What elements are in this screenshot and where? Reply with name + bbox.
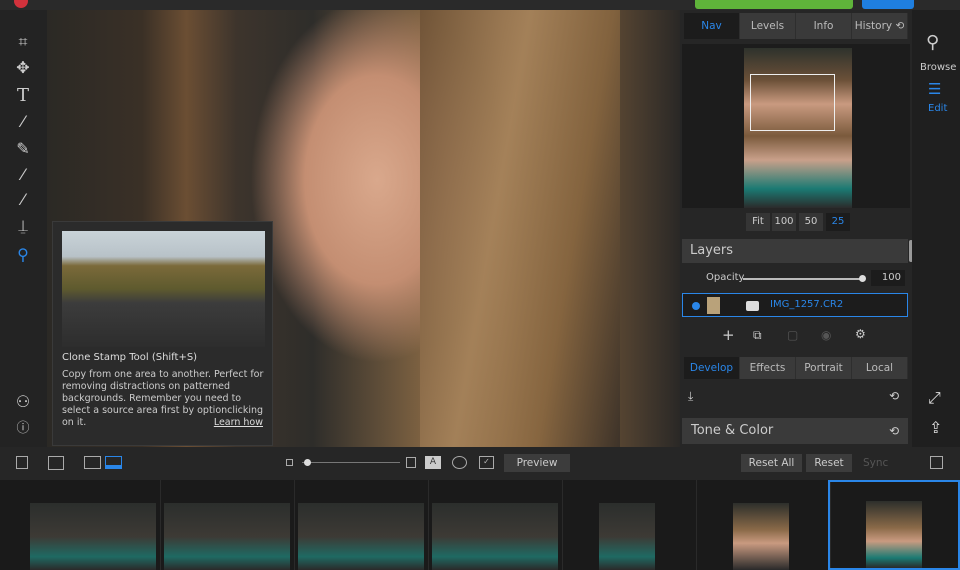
- thumbnail-size-handle[interactable]: [304, 459, 311, 466]
- help-icon[interactable]: ⓘ: [12, 419, 34, 439]
- filmstrip-item[interactable]: [27, 480, 161, 570]
- browse-label[interactable]: Browse: [920, 62, 956, 73]
- tone-color-header[interactable]: Tone & Color: [682, 418, 908, 444]
- zoom-50-button[interactable]: 50: [799, 213, 823, 231]
- toggle-left-panel-icon[interactable]: [16, 456, 28, 469]
- filmstrip-view-icon[interactable]: [105, 456, 122, 469]
- user-icon[interactable]: ⚇: [12, 392, 34, 412]
- text-tool-icon[interactable]: T: [12, 86, 34, 106]
- layers-header[interactable]: Layers: [682, 239, 908, 263]
- zoom-fit-button[interactable]: Fit: [746, 213, 770, 231]
- tab-develop[interactable]: Develop: [684, 357, 740, 379]
- filmstrip-item[interactable]: [563, 480, 697, 570]
- app-logo: [14, 0, 28, 8]
- layer-row[interactable]: IMG_1257.CR2: [682, 293, 908, 317]
- zoom-100-button[interactable]: 100: [772, 213, 796, 231]
- edit-label[interactable]: Edit: [928, 103, 947, 114]
- photo-hair-region: [420, 10, 620, 447]
- tab-info[interactable]: Info: [796, 13, 852, 39]
- tab-levels[interactable]: Levels: [740, 13, 796, 39]
- filmstrip-item[interactable]: [429, 480, 563, 570]
- tool-bar: ⌗ ✥ T ⁄ ✎ ⁄ ⁄ ⍊ ⚲ ⚇ ⓘ: [0, 10, 47, 447]
- tab-history[interactable]: History ⟲: [852, 13, 908, 39]
- thumbnail-size-slider[interactable]: [302, 462, 400, 463]
- reset-button[interactable]: Reset: [806, 454, 852, 472]
- tab-local[interactable]: Local: [852, 357, 908, 379]
- toggle-right-panel-icon[interactable]: [930, 456, 943, 469]
- top-bar: [0, 0, 960, 10]
- navigator-viewport[interactable]: [750, 74, 835, 131]
- move-icon[interactable]: ✥: [12, 58, 34, 78]
- filmstrip-item[interactable]: [161, 480, 295, 570]
- thumb-small-icon: [286, 459, 293, 466]
- reset-all-button[interactable]: Reset All: [741, 454, 802, 472]
- perfect-brush-icon[interactable]: ⁄: [12, 112, 34, 132]
- nav-tabs: Nav Levels Info History ⟲: [684, 13, 908, 39]
- crop-icon[interactable]: ⌗: [12, 32, 34, 52]
- right-panel: Nav Levels Info History ⟲ Fit 100 50 25 …: [680, 10, 913, 447]
- opacity-value[interactable]: 100: [871, 270, 905, 286]
- reset-develop-icon[interactable]: ⟲: [889, 389, 899, 403]
- tooltip-preview-image: [62, 231, 265, 347]
- brush-icon[interactable]: ✎: [12, 139, 34, 159]
- layer-visibility-icon[interactable]: [692, 302, 700, 310]
- zoom-icon[interactable]: ⚲: [12, 245, 34, 265]
- sign-in-button[interactable]: [862, 0, 914, 9]
- layer-mask-icon[interactable]: [746, 301, 759, 311]
- layer-name[interactable]: IMG_1257.CR2: [770, 299, 843, 310]
- merge-layers-icon: ◉: [821, 328, 832, 342]
- filmstrip-item[interactable]: [295, 480, 429, 570]
- tooltip-title: Clone Stamp Tool (Shift+S): [62, 352, 198, 363]
- tab-nav[interactable]: Nav: [684, 13, 740, 39]
- browse-icon[interactable]: ⚲: [926, 32, 939, 53]
- layer-thumbnail: [707, 297, 720, 314]
- learn-how-link[interactable]: Learn how: [214, 417, 263, 428]
- compare-icon[interactable]: [48, 456, 64, 470]
- upgrade-button[interactable]: [695, 0, 853, 9]
- thumb-large-icon: [406, 457, 416, 468]
- module-tabs: Develop Effects Portrait Local: [684, 357, 908, 379]
- edit-sliders-icon[interactable]: ☰: [928, 80, 941, 98]
- preview-button[interactable]: Preview: [504, 454, 570, 472]
- presets-import-icon[interactable]: ⤓: [688, 389, 693, 404]
- opacity-slider[interactable]: [743, 278, 863, 280]
- show-badges-icon[interactable]: [452, 456, 467, 469]
- sync-button: Sync: [863, 457, 889, 469]
- new-layer-icon: ▢: [787, 328, 799, 342]
- add-layer-icon[interactable]: +: [722, 326, 735, 344]
- reset-tone-color-icon[interactable]: ⟲: [889, 424, 899, 438]
- bottom-toolbar: A ✓ Preview Reset All Reset Sync: [0, 447, 960, 480]
- tab-effects[interactable]: Effects: [740, 357, 796, 379]
- filmstrip-item[interactable]: [697, 480, 831, 570]
- module-nav: ⚲ Browse ☰ Edit ⤢ ⇪: [912, 10, 960, 447]
- show-labels-icon[interactable]: A: [425, 456, 441, 469]
- clone-stamp-icon[interactable]: ⍊: [12, 216, 34, 236]
- tab-portrait[interactable]: Portrait: [796, 357, 852, 379]
- tool-tooltip: Clone Stamp Tool (Shift+S) Copy from one…: [52, 221, 273, 446]
- zoom-25-button[interactable]: 25: [826, 213, 850, 231]
- opacity-slider-handle[interactable]: [859, 275, 866, 282]
- retouch-brush-icon[interactable]: ⁄: [12, 190, 34, 210]
- duplicate-layer-icon[interactable]: ⧉: [753, 328, 762, 343]
- layer-settings-gear-icon[interactable]: ⚙: [855, 327, 866, 341]
- show-checkbox-icon[interactable]: ✓: [479, 456, 494, 469]
- resize-icon[interactable]: ⤢: [928, 388, 941, 408]
- filmstrip: [0, 480, 960, 570]
- share-icon[interactable]: ⇪: [929, 418, 942, 437]
- filmstrip-item-selected[interactable]: [828, 480, 960, 570]
- single-view-icon[interactable]: [84, 456, 101, 469]
- opacity-label: Opacity: [706, 272, 745, 283]
- masking-brush-icon[interactable]: ⁄: [12, 165, 34, 185]
